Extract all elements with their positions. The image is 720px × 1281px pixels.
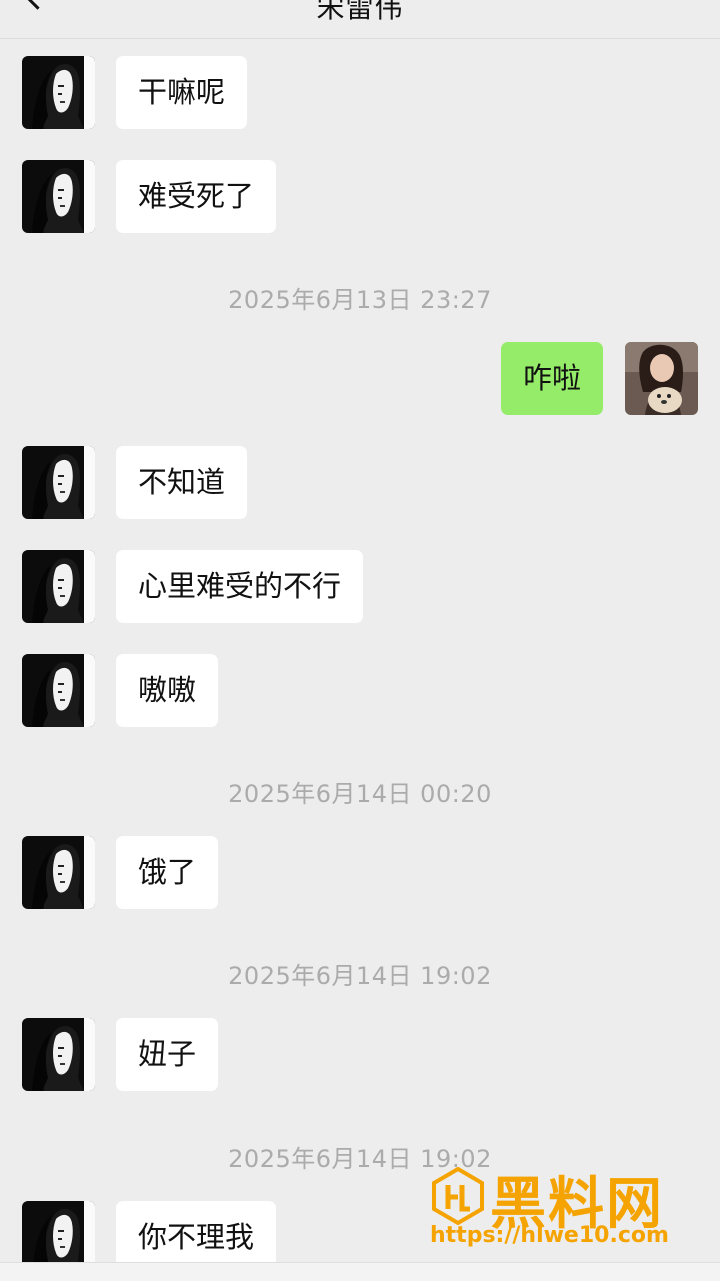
message-row: 嗷嗷 [0, 654, 720, 727]
contact-avatar[interactable] [22, 654, 95, 727]
watermark-logo-icon [432, 1167, 484, 1225]
message-row: 饿了 [0, 836, 720, 909]
message-row: 心里难受的不行 [0, 550, 720, 623]
watermark: 黑料网 https://hlwe10.com [430, 1163, 692, 1253]
chat-title: 宋雷伟 [316, 0, 404, 24]
message-row: 妞子 [0, 1018, 720, 1091]
message-bubble-incoming[interactable]: 不知道 [116, 446, 248, 519]
timestamp: 2025年6月14日 19:02 [228, 962, 492, 990]
message-row: 不知道 [0, 446, 720, 519]
message-bubble-incoming[interactable]: 干嘛呢 [116, 56, 248, 129]
watermark-url: https://hlwe10.com [430, 1223, 669, 1248]
contact-avatar[interactable] [22, 56, 95, 129]
contact-avatar[interactable] [22, 446, 95, 519]
more-options-button[interactable]: ··· [657, 0, 690, 13]
nav-bar: 宋雷伟 ··· [0, 0, 720, 39]
input-bar[interactable] [0, 1262, 720, 1281]
message-bubble-incoming[interactable]: 妞子 [116, 1018, 219, 1091]
message-row: 咋啦 [0, 342, 720, 415]
timestamp: 2025年6月13日 23:27 [228, 286, 492, 314]
contact-avatar[interactable] [22, 836, 95, 909]
contact-avatar[interactable] [22, 550, 95, 623]
contact-avatar[interactable] [22, 160, 95, 233]
timestamp: 2025年6月14日 00:20 [228, 780, 492, 808]
my-avatar[interactable] [625, 342, 698, 415]
contact-avatar[interactable] [22, 1018, 95, 1091]
message-bubble-incoming[interactable]: 饿了 [116, 836, 219, 909]
message-bubble-incoming[interactable]: 难受死了 [116, 160, 277, 233]
message-bubble-outgoing[interactable]: 咋啦 [500, 342, 603, 415]
message-bubble-incoming[interactable]: 心里难受的不行 [116, 550, 364, 623]
message-bubble-incoming[interactable]: 嗷嗷 [116, 654, 219, 727]
message-row: 干嘛呢 [0, 56, 720, 129]
message-row: 难受死了 [0, 160, 720, 233]
